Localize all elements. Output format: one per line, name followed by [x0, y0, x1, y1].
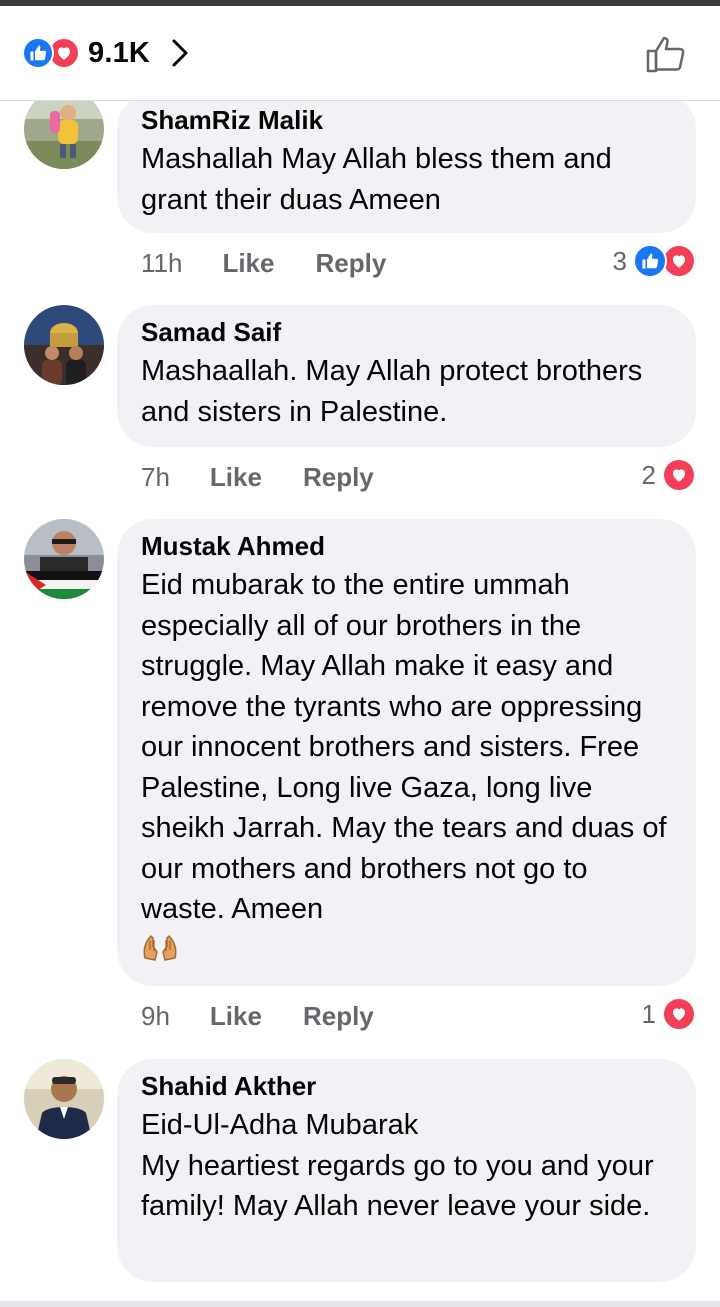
comment-time[interactable]: 11h	[141, 248, 182, 279]
reactions-header: 9.1K	[0, 6, 720, 101]
chevron-right-icon	[170, 37, 192, 69]
comment-reactions[interactable]: 1	[642, 994, 696, 1034]
comment-bubble: ShamRiz Malik Mashallah May Allah bless …	[117, 101, 696, 233]
reply-button[interactable]: Reply	[315, 248, 386, 279]
comment-time[interactable]: 7h	[141, 462, 170, 493]
reply-button[interactable]: Reply	[303, 462, 374, 493]
comment-bubble: Samad Saif Mashaallah. May Allah protect…	[117, 305, 696, 447]
like-button[interactable]: Like	[210, 462, 262, 493]
comment-author[interactable]: ShamRiz Malik	[141, 101, 323, 139]
praying-hands-emoji	[141, 932, 179, 969]
comment-time[interactable]: 9h	[141, 1001, 170, 1032]
like-button[interactable]: Like	[210, 1001, 262, 1032]
reactions-summary-button[interactable]: 9.1K	[22, 31, 192, 75]
comment-text: Eid mubarak to the entire ummah especial…	[141, 569, 675, 925]
comment-reaction-count: 3	[612, 245, 627, 276]
comment-text: Eid-Ul-Adha Mubarak My heartiest regards…	[141, 1109, 654, 1222]
like-button[interactable]: Like	[222, 248, 274, 279]
comment-author[interactable]: Samad Saif	[141, 313, 281, 351]
comment-text: Mashallah May Allah bless them and grant…	[141, 143, 620, 216]
comment-author[interactable]: Mustak Ahmed	[141, 527, 325, 565]
like-icon	[22, 37, 54, 69]
avatar[interactable]	[24, 1059, 104, 1139]
comment-text: Mashaallah. May Allah protect brothers a…	[141, 355, 651, 428]
avatar[interactable]	[24, 305, 104, 385]
comment-actions: 7h Like Reply	[141, 457, 374, 497]
reaction-count: 9.1K	[88, 36, 151, 69]
love-icon	[662, 244, 696, 278]
avatar[interactable]	[24, 101, 104, 169]
window-bottom-edge	[0, 1301, 720, 1307]
comment-actions: 11h Like Reply	[141, 243, 386, 283]
comment-author[interactable]: Shahid Akther	[141, 1067, 316, 1105]
comment-reactions[interactable]: 2	[642, 455, 696, 495]
love-icon	[662, 458, 696, 492]
comment-actions: 9h Like Reply	[141, 996, 374, 1036]
love-icon	[662, 997, 696, 1031]
comment-bubble: Mustak Ahmed Eid mubarak to the entire u…	[117, 519, 696, 986]
reply-button[interactable]: Reply	[303, 1001, 374, 1032]
thumbs-up-icon	[646, 36, 685, 73]
comment-bubble: Shahid Akther Eid-Ul-Adha Mubarak My hea…	[117, 1059, 696, 1282]
comments-list: ShamRiz Malik Mashallah May Allah bless …	[0, 101, 720, 1301]
comment-reaction-count: 1	[641, 998, 656, 1029]
comment-reactions[interactable]: 3	[613, 241, 696, 281]
like-icon	[633, 244, 667, 278]
comment-reaction-count: 2	[641, 459, 656, 490]
avatar[interactable]	[24, 519, 104, 599]
like-post-button[interactable]	[644, 31, 690, 77]
